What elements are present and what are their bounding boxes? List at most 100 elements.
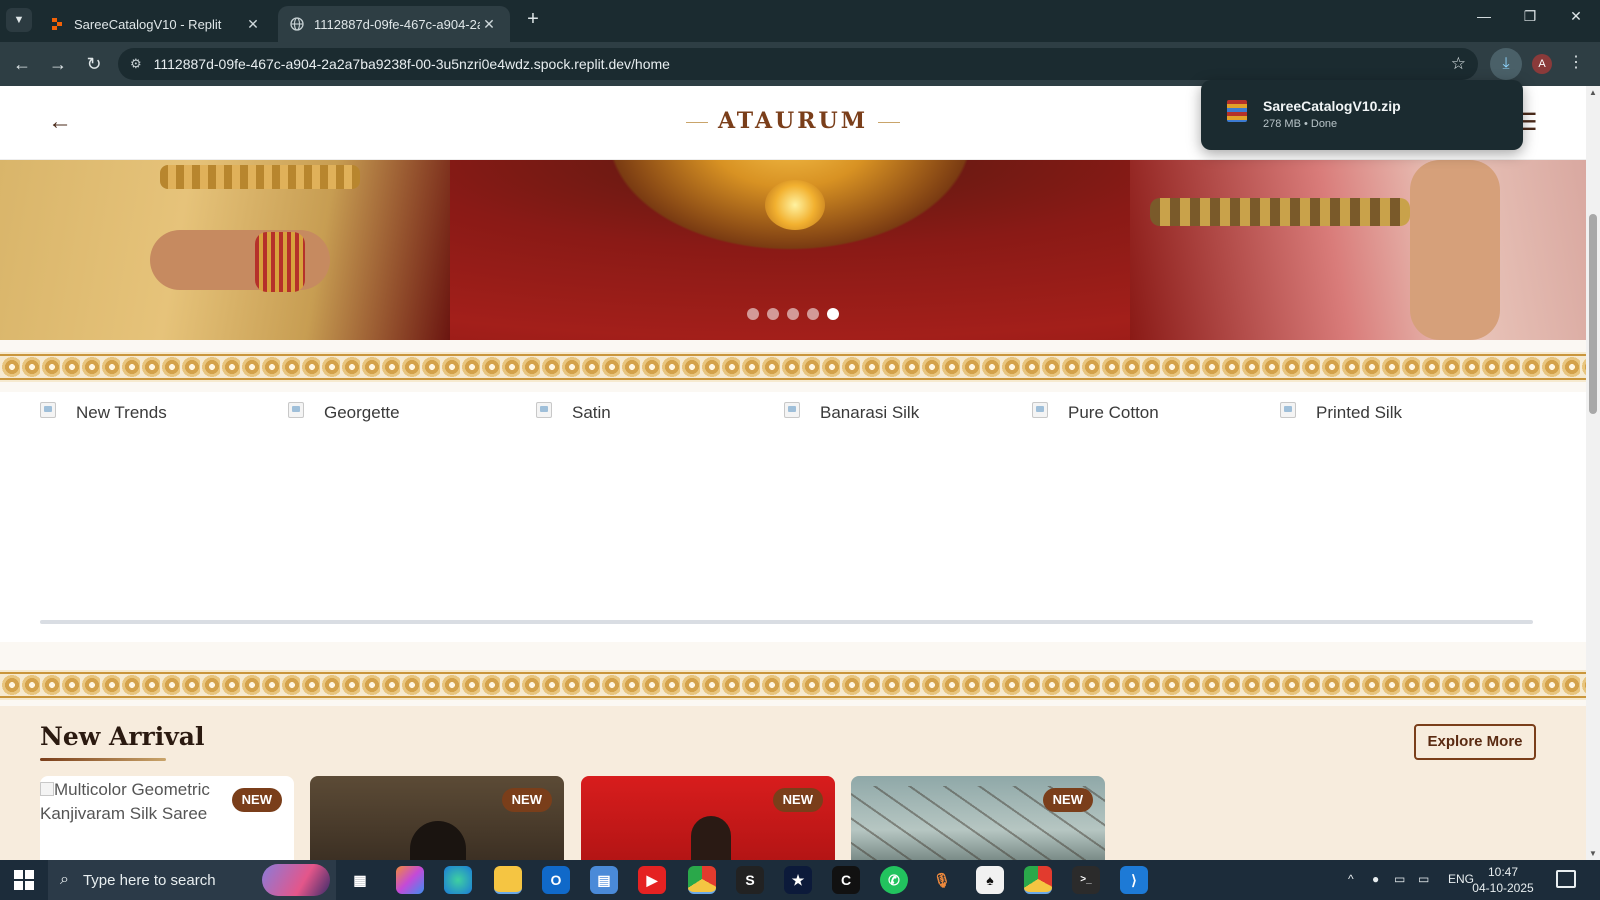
chrome-icon[interactable] xyxy=(688,866,716,894)
close-tab-icon[interactable]: ✕ xyxy=(244,16,262,33)
page-viewport: ← ATAURUM ☰ New Trends Georgette Satin B… xyxy=(0,86,1586,860)
youtube-icon[interactable]: ▶ xyxy=(638,866,666,894)
tray-chevron-icon[interactable]: ^ xyxy=(1348,872,1354,886)
tab-site[interactable]: 1112887d-09fe-467c-a904-2a2 ✕ xyxy=(278,6,510,42)
new-badge: NEW xyxy=(501,788,552,812)
download-icon[interactable]: ⤓ xyxy=(1490,48,1522,80)
category-label: Printed Silk xyxy=(1316,403,1402,422)
download-bubble[interactable]: SareeCatalogV10.zip 278 MB • Done xyxy=(1201,80,1523,150)
new-badge: NEW xyxy=(772,788,823,812)
category-label: Satin xyxy=(572,403,611,422)
hotstar-icon[interactable]: ★ xyxy=(784,866,812,894)
vscode-icon[interactable]: ⟩ xyxy=(1120,866,1148,894)
download-file-name[interactable]: SareeCatalogV10.zip xyxy=(1263,98,1401,114)
category-item[interactable]: Banarasi Silk xyxy=(784,402,1024,423)
scrollbar-thumb[interactable] xyxy=(1589,214,1597,414)
browser-menu-icon[interactable]: ⋮ xyxy=(1568,52,1584,72)
task-view-icon[interactable]: ▦ xyxy=(346,866,374,894)
product-model-photo xyxy=(410,821,466,860)
whatsapp-icon[interactable]: ✆ xyxy=(880,866,908,894)
category-label: Pure Cotton xyxy=(1068,403,1159,422)
control-panel-icon[interactable]: ▤ xyxy=(590,866,618,894)
category-item[interactable]: Satin xyxy=(536,402,776,423)
brand-name: ATAURUM xyxy=(717,108,869,134)
product-card[interactable]: NEW xyxy=(581,776,835,860)
reload-icon[interactable]: ↻ xyxy=(82,52,106,76)
tab-title: 1112887d-09fe-467c-a904-2a2 xyxy=(314,16,480,32)
category-scrollbar[interactable] xyxy=(40,620,1533,624)
title-underline xyxy=(40,758,166,761)
broken-image-icon xyxy=(1032,402,1048,418)
new-badge: NEW xyxy=(231,788,282,812)
broken-image-icon xyxy=(40,402,56,418)
taskbar-search[interactable]: ⌕ Type here to search xyxy=(48,860,336,900)
product-image-alt: Multicolor Geometric Kanjivaram Silk Sar… xyxy=(40,778,230,826)
clock-time: 10:47 xyxy=(1487,865,1519,879)
carousel-dot[interactable] xyxy=(747,308,759,320)
product-card[interactable]: NEW xyxy=(310,776,564,860)
edge-icon[interactable] xyxy=(444,866,472,894)
explore-more-button[interactable]: Explore More xyxy=(1414,724,1536,760)
clock-date: 04-10-2025 xyxy=(1472,881,1534,895)
sonyliv-icon[interactable]: S xyxy=(736,866,764,894)
search-highlight-image xyxy=(262,864,330,896)
replit-icon xyxy=(52,18,62,30)
hero-bangles xyxy=(255,232,305,292)
carousel-dot[interactable] xyxy=(767,308,779,320)
copilot-icon[interactable] xyxy=(396,866,424,894)
solitaire-icon[interactable]: ♠ xyxy=(976,866,1004,894)
bookmark-star-icon[interactable]: ☆ xyxy=(1451,54,1466,74)
outlook-icon[interactable]: O xyxy=(542,866,570,894)
hero-waist-belt xyxy=(160,165,360,189)
chrome-profile-icon[interactable] xyxy=(1024,866,1052,894)
microphone-app-icon[interactable]: 🎙 xyxy=(928,866,956,894)
forward-arrow-icon[interactable]: → xyxy=(46,52,70,76)
site-settings-icon[interactable]: ⚙ xyxy=(130,56,142,72)
carousel-dot[interactable] xyxy=(807,308,819,320)
category-label: New Trends xyxy=(76,403,167,422)
category-label: Georgette xyxy=(324,403,400,422)
url-bar[interactable]: ⚙ 1112887d-09fe-467c-a904-2a2a7ba9238f-0… xyxy=(118,48,1478,80)
carousel-dot-active[interactable] xyxy=(827,308,839,320)
hero-banner[interactable] xyxy=(0,160,1586,340)
windows-start-icon[interactable] xyxy=(14,870,34,890)
category-item[interactable]: New Trends xyxy=(40,402,280,423)
notification-icon[interactable] xyxy=(1556,870,1576,888)
windows-taskbar: ⌕ Type here to search ▦ O ▤ ▶ S ★ C ✆ 🎙 … xyxy=(0,860,1600,900)
tab-search-chevron-icon[interactable]: ▼ xyxy=(6,8,32,32)
network-icon[interactable]: ▭ xyxy=(1418,872,1429,886)
new-tab-plus-icon[interactable]: + xyxy=(520,8,546,31)
broken-image-icon xyxy=(1280,402,1296,418)
tab-replit[interactable]: SareeCatalogV10 - Replit ✕ xyxy=(38,6,274,42)
url-text[interactable]: 1112887d-09fe-467c-a904-2a2a7ba9238f-00-… xyxy=(154,56,670,72)
restore-icon[interactable]: ❐ xyxy=(1510,8,1550,25)
scroll-up-icon[interactable]: ▲ xyxy=(1589,88,1597,97)
product-card[interactable]: NEW xyxy=(851,776,1105,860)
winrar-zip-icon xyxy=(1227,100,1247,122)
category-item[interactable]: Pure Cotton xyxy=(1032,402,1272,423)
product-alt-text: Multicolor Geometric Kanjivaram Silk Sar… xyxy=(40,780,210,823)
ornamental-border xyxy=(0,352,1586,382)
minimize-icon[interactable]: — xyxy=(1464,8,1504,24)
back-arrow-icon[interactable]: ← xyxy=(10,52,34,76)
category-item[interactable]: Georgette xyxy=(288,402,528,423)
profile-avatar[interactable]: A xyxy=(1532,54,1552,74)
app-c-icon[interactable]: C xyxy=(832,866,860,894)
page-scrollbar[interactable]: ▲ ▼ xyxy=(1586,86,1600,860)
carousel-dot[interactable] xyxy=(787,308,799,320)
scroll-down-icon[interactable]: ▼ xyxy=(1589,849,1597,858)
browser-tab-bar: ▼ SareeCatalogV10 - Replit ✕ 1112887d-09… xyxy=(0,0,1600,42)
carousel-dots xyxy=(0,308,1586,320)
battery-icon[interactable]: ▭ xyxy=(1394,872,1405,886)
new-badge: NEW xyxy=(1042,788,1093,812)
category-item[interactable]: Printed Silk xyxy=(1280,402,1520,423)
system-clock[interactable]: 10:47 04-10-2025 xyxy=(1468,864,1538,896)
close-window-icon[interactable]: ✕ xyxy=(1556,8,1596,25)
brand-dash-right xyxy=(878,121,901,123)
product-card[interactable]: Multicolor Geometric Kanjivaram Silk Sar… xyxy=(40,776,294,860)
file-explorer-icon[interactable] xyxy=(494,866,522,894)
close-tab-icon[interactable]: ✕ xyxy=(480,16,498,33)
mic-tray-icon[interactable]: ● xyxy=(1372,872,1379,886)
terminal-icon[interactable]: >_ xyxy=(1072,866,1100,894)
broken-image-icon xyxy=(40,782,54,796)
